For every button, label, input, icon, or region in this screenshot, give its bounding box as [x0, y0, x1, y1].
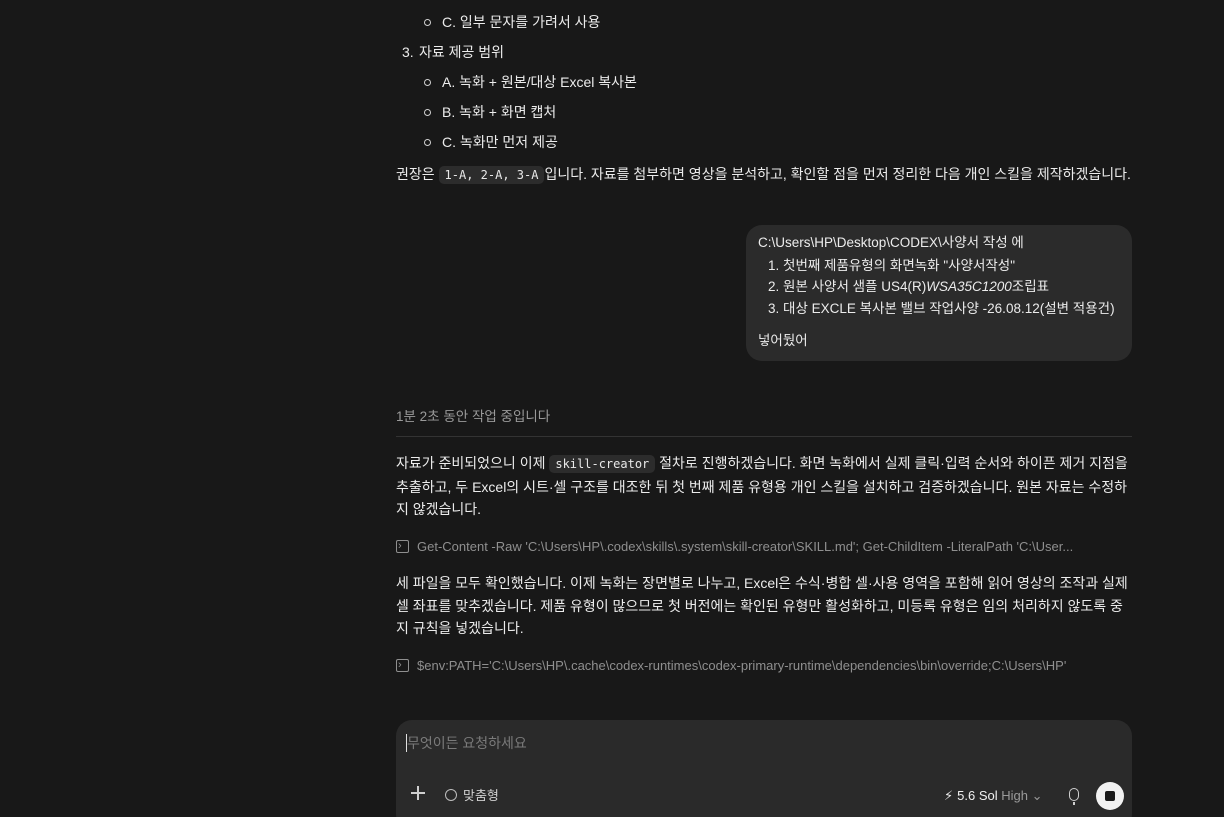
paragraph-text: 자료가 준비되었으니 이제 [396, 455, 546, 471]
user-list-item: 1. 첫번째 제품유형의 화면녹화 "사양서작성" [768, 256, 1015, 276]
model-selector[interactable]: ⚡ 5.6 Sol High ⌄ [944, 786, 1043, 806]
chat-window: C. 일부 문자를 가려서 사용 3. 자료 제공 범위 A. 녹화 + 원본/… [0, 0, 1224, 817]
terminal-icon [396, 656, 409, 675]
option-text: A. 녹화 + 원본/대상 Excel 복사본 [442, 74, 637, 90]
chevron-down-icon: ⌄ [1031, 788, 1043, 803]
composer: 무엇이든 요청하세요 맞춤형 ⚡ 5.6 Sol High ⌄ [396, 720, 1132, 817]
inline-code: skill-creator [549, 455, 656, 473]
terminal-icon [396, 537, 409, 556]
list-bullet [424, 19, 431, 26]
list-text: 원본 사양서 샘플 US4(R) [783, 279, 927, 294]
paragraph-text: 셀 좌표를 맞추겠습니다. 제품 유형이 많으므로 첫 버전에는 확인된 유형만… [396, 597, 1123, 614]
list-number: 3. [768, 301, 780, 316]
list-number: 1. [768, 258, 780, 273]
plus-icon[interactable] [411, 786, 425, 800]
list-number: 2. [768, 279, 780, 294]
working-status[interactable]: 1분 2초 동안 작업 중입니다 [396, 407, 550, 427]
paragraph-text: 지 않겠습니다. [396, 501, 482, 517]
model-name: 5.6 Sol [957, 788, 998, 803]
user-closing-line: 넣어뒀어 [758, 333, 808, 348]
paragraph-text: 절차로 진행하겠습니다. 화면 녹화에서 실제 클릭·입력 순서와 하이픈 제거… [659, 455, 1128, 471]
custom-mode-button[interactable]: 맞춤형 [445, 786, 499, 806]
list-number: 3. [402, 44, 414, 60]
recommendation-prefix: 권장은 [396, 166, 435, 182]
assistant-paragraph: 세 파일을 모두 확인했습니다. 이제 녹화는 장면별로 나누고, Excel은… [396, 572, 1136, 640]
recommendation-line: 권장은 1-A, 2-A, 3-A 입니다. 자료를 첨부하면 영상을 분석하고,… [396, 164, 1131, 185]
prompt-input[interactable]: 무엇이든 요청하세요 [407, 733, 527, 753]
paragraph-text: 지 규칙을 넣겠습니다. [396, 620, 524, 636]
command-text: $env:PATH='C:\Users\HP\.cache\codex-runt… [417, 658, 1067, 673]
divider [396, 436, 1132, 437]
list-heading: 자료 제공 범위 [419, 44, 505, 60]
option-text: C. 녹화만 먼저 제공 [442, 134, 558, 150]
user-message: C:\Users\HP\Desktop\CODEX\사양서 작성 에 1. 첫번… [746, 225, 1132, 361]
list-bullet [424, 79, 431, 86]
paragraph-text: 세 파일을 모두 확인했습니다. 이제 녹화는 장면별로 나누고, Excel은… [396, 575, 1128, 591]
model-effort: High [1001, 788, 1028, 803]
paragraph-text: 추출하고, 두 Excel의 시트·셀 구조를 대조한 뒤 첫 번째 제품 유형… [396, 478, 1128, 495]
bolt-icon: ⚡ [944, 788, 954, 803]
inline-code: 1-A, 2-A, 3-A [438, 166, 545, 184]
option-text: B. 녹화 + 화면 캡처 [442, 104, 557, 120]
assistant-paragraph: 자료가 준비되었으니 이제 skill-creator 절차로 진행하겠습니다.… [396, 452, 1136, 521]
list-bullet [424, 139, 431, 146]
list-text: 조립표 [1011, 279, 1050, 294]
list-text-italic: WSA35C1200 [926, 279, 1012, 294]
list-text: 첫번째 제품유형의 화면녹화 "사양서작성" [783, 258, 1016, 273]
list-text: 대상 EXCLE 복사본 밸브 작업사양 -26.08.12(설변 적용건) [783, 301, 1115, 316]
command-text: Get-Content -Raw 'C:\Users\HP\.codex\ski… [417, 539, 1074, 554]
user-list-item: 3. 대상 EXCLE 복사본 밸브 작업사양 -26.08.12(설변 적용건… [768, 299, 1115, 319]
user-list-item: 2. 원본 사양서 샘플 US4(R)WSA35C1200조립표 [768, 277, 1049, 297]
command-row[interactable]: $env:PATH='C:\Users\HP\.cache\codex-runt… [396, 656, 1136, 676]
stop-icon [1105, 791, 1115, 801]
user-path-line: C:\Users\HP\Desktop\CODEX\사양서 작성 에 [758, 235, 1024, 250]
stop-button[interactable] [1096, 782, 1124, 810]
recommendation-suffix: 입니다. 자료를 첨부하면 영상을 분석하고, 확인할 점을 먼저 정리한 다음… [544, 166, 1131, 182]
option-text: C. 일부 문자를 가려서 사용 [442, 14, 601, 30]
gear-icon [445, 789, 457, 801]
list-bullet [424, 109, 431, 116]
command-row[interactable]: Get-Content -Raw 'C:\Users\HP\.codex\ski… [396, 537, 1136, 557]
mic-icon[interactable] [1069, 788, 1079, 805]
custom-mode-label: 맞춤형 [463, 788, 499, 803]
